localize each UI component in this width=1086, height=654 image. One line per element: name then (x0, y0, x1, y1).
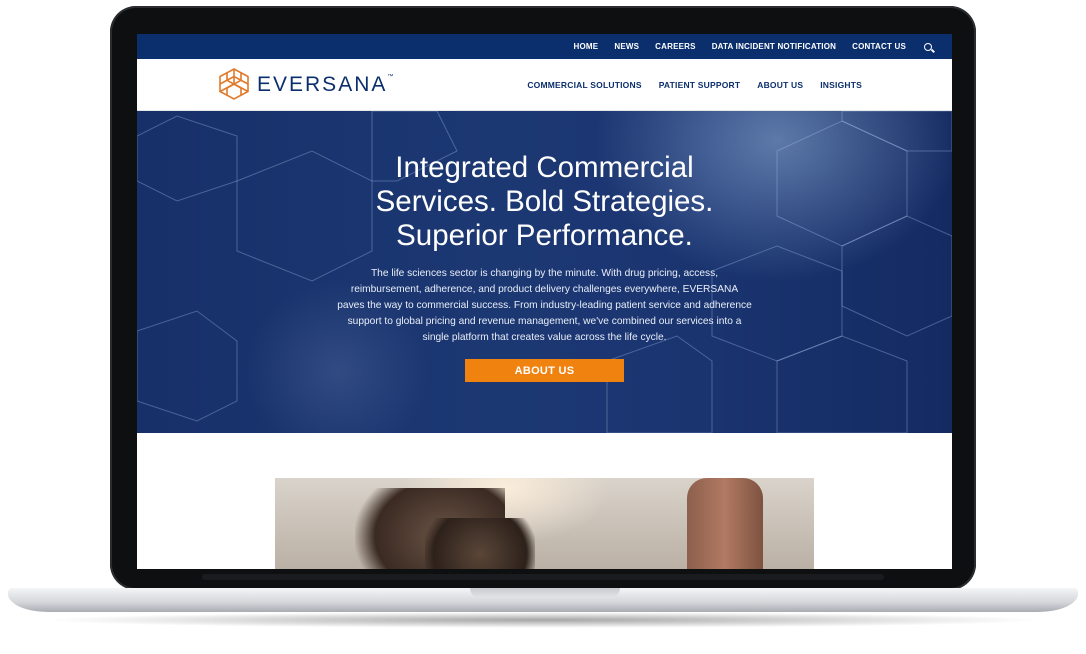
search-icon[interactable] (924, 42, 932, 51)
laptop-hinge (202, 574, 884, 580)
nav-insights-link[interactable]: INSIGHTS (820, 80, 862, 90)
nav-careers-link[interactable]: CAREERS (655, 42, 696, 51)
nav-contact-link[interactable]: CONTACT US (852, 42, 906, 51)
laptop-notch (470, 588, 620, 598)
hero-banner: Integrated Commercial Services. Bold Str… (137, 111, 952, 433)
utility-bar: HOME NEWS CAREERS DATA INCIDENT NOTIFICA… (137, 34, 952, 59)
laptop-shadow (40, 612, 1046, 628)
site-header: EVERSANA™ COMMERCIAL SOLUTIONS PATIENT S… (137, 59, 952, 111)
nav-data-incident-link[interactable]: DATA INCIDENT NOTIFICATION (712, 42, 836, 51)
nav-commercial-solutions-link[interactable]: COMMERCIAL SOLUTIONS (527, 80, 641, 90)
main-nav: COMMERCIAL SOLUTIONS PATIENT SUPPORT ABO… (510, 59, 862, 110)
trademark-symbol: ™ (387, 73, 394, 80)
photo-person-arm (687, 478, 763, 569)
nav-patient-support-link[interactable]: PATIENT SUPPORT (659, 80, 741, 90)
laptop-screen: HOME NEWS CAREERS DATA INCIDENT NOTIFICA… (137, 34, 952, 569)
photo-person-child (425, 518, 535, 569)
logo-wordmark-text: EVERSANA (257, 72, 388, 96)
hero-description: The life sciences sector is changing by … (337, 268, 752, 343)
feature-photo (275, 478, 814, 569)
nav-about-us-link[interactable]: ABOUT US (757, 80, 803, 90)
nav-home-link[interactable]: HOME (574, 42, 599, 51)
hero-headline-line-1: Integrated Commercial (395, 151, 694, 184)
hero-headline-line-3: Superior Performance. (396, 219, 693, 252)
eversana-logo[interactable]: EVERSANA™ (217, 68, 393, 100)
nav-news-link[interactable]: NEWS (614, 42, 639, 51)
about-us-button[interactable]: ABOUT US (465, 359, 624, 382)
hero-headline: Integrated Commercial Services. Bold Str… (137, 151, 952, 253)
hero-headline-line-2: Services. Bold Strategies. (375, 185, 714, 218)
logo-mark-icon (219, 68, 249, 100)
utility-nav: HOME NEWS CAREERS DATA INCIDENT NOTIFICA… (574, 34, 952, 59)
logo-wordmark: EVERSANA™ (257, 74, 393, 95)
